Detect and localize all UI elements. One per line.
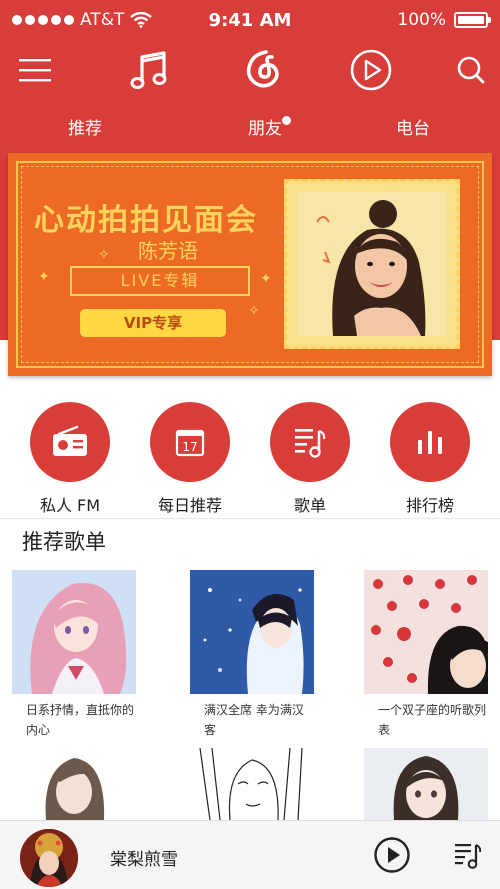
playlist-card[interactable]: 满汉全席 幸为满汉客 <box>190 570 314 740</box>
mini-player: 棠梨煎雪 <box>0 820 500 889</box>
charts-button[interactable]: 排行榜 <box>375 402 485 516</box>
banner-ribbon: LIVE专辑 <box>70 266 250 296</box>
queue-button[interactable] <box>446 833 490 877</box>
status-bar: AT&T 9:41 AM 100% <box>0 0 500 40</box>
playlist-card[interactable]: 一个双子座的听歌列表 <box>364 570 488 740</box>
playlist-cover <box>364 748 488 820</box>
playlist-cover <box>190 570 314 694</box>
daily-recommend-button[interactable]: 17 每日推荐 <box>135 402 245 516</box>
tab-recommend[interactable]: 推荐 <box>40 114 130 139</box>
battery-percent: 100% <box>397 10 446 30</box>
play-circle-icon[interactable] <box>346 42 396 98</box>
action-label: 歌单 <box>293 496 326 515</box>
playlist-card[interactable] <box>12 748 136 820</box>
private-fm-button[interactable]: 私人 FM <box>15 402 125 516</box>
playlist-cover <box>364 570 488 694</box>
play-button[interactable] <box>370 833 414 877</box>
calendar-icon: 17 <box>150 402 230 482</box>
action-label: 排行榜 <box>405 496 454 515</box>
playlist-name: 日系抒情，直抵你的内心 <box>26 703 135 737</box>
sparkle-icon: ✧ <box>98 247 110 263</box>
banner-title: 心动拍拍见面会 <box>34 203 258 238</box>
sparkle-icon: ✦ <box>260 271 272 287</box>
playlist-icon <box>270 402 350 482</box>
tab-label: 电台 <box>396 119 430 139</box>
section-title: 推荐歌单 <box>22 530 106 554</box>
action-label: 每日推荐 <box>157 496 222 515</box>
playlist-button[interactable]: 歌单 <box>255 402 365 516</box>
quick-actions: 私人 FM 17 每日推荐 歌单 排行榜 <box>0 402 500 517</box>
artist-photo <box>297 192 447 336</box>
main-tabs: 推荐 朋友 电台 <box>0 114 500 144</box>
calendar-day: 17 <box>182 440 197 454</box>
playlist-cover <box>190 748 314 820</box>
sparkle-icon: ✦ <box>38 269 50 285</box>
tab-label: 朋友 <box>248 119 282 139</box>
promo-banner[interactable]: ✦ ✦ ✧ ✧ 心动拍拍见面会 陈芳语 LIVE专辑 VIP专享 <box>8 153 492 376</box>
playlist-name: 满汉全席 幸为满汉客 <box>204 703 304 737</box>
playlist-card[interactable] <box>364 748 488 820</box>
tab-radio[interactable]: 电台 <box>368 114 458 139</box>
battery-status: 100% <box>397 10 491 30</box>
playlist-cover <box>12 748 136 820</box>
tab-friends[interactable]: 朋友 <box>220 114 310 139</box>
sparkle-icon: ✧ <box>248 303 260 319</box>
chart-icon <box>390 402 470 482</box>
queue-icon <box>455 844 482 869</box>
playlist-card[interactable]: 日系抒情，直抵你的内心 <box>12 570 136 740</box>
artist-photo-frame <box>284 179 460 349</box>
battery-icon <box>454 12 491 28</box>
vip-badge[interactable]: VIP专享 <box>80 309 226 337</box>
action-label: 私人 FM <box>39 496 101 515</box>
playlist-name: 一个双子座的听歌列表 <box>378 703 487 737</box>
radio-icon <box>30 402 110 482</box>
tab-label: 推荐 <box>68 119 102 139</box>
section-divider <box>0 518 500 519</box>
now-playing-cover[interactable] <box>20 829 78 887</box>
banner-artist: 陈芳语 <box>138 239 198 263</box>
music-note-icon[interactable] <box>125 42 175 98</box>
unread-dot <box>282 116 291 125</box>
search-icon[interactable] <box>446 42 496 98</box>
playlist-card[interactable] <box>190 748 314 820</box>
menu-icon[interactable] <box>10 42 60 98</box>
playlist-cover <box>12 570 136 694</box>
netease-logo-icon[interactable] <box>238 42 288 98</box>
top-nav <box>0 42 500 102</box>
now-playing-title: 棠梨煎雪 <box>110 850 178 870</box>
play-icon <box>374 837 410 873</box>
